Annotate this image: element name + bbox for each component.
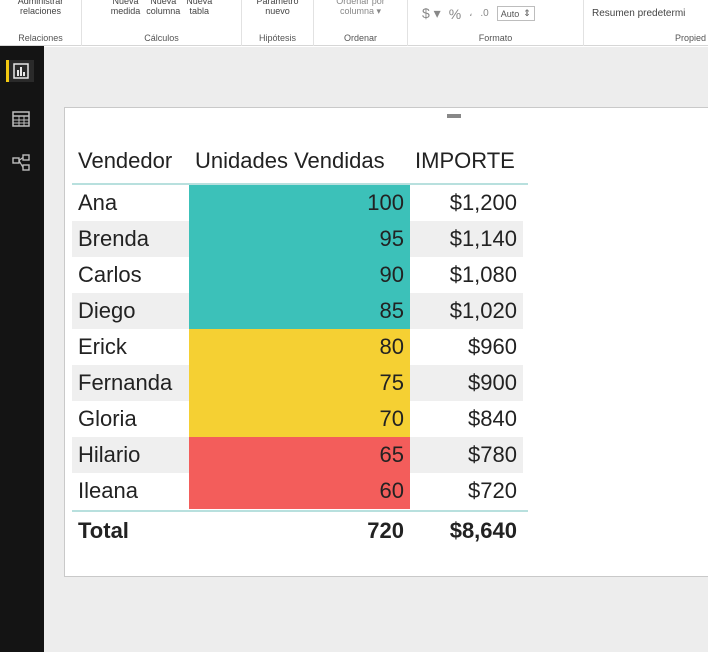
ribbon-group-ordenar: Ordenar por columna ▾ Ordenar xyxy=(314,0,408,46)
new-measure-button[interactable]: Nueva medida xyxy=(111,0,141,28)
cell-importe: $780 xyxy=(410,437,523,473)
ribbon-group-label: Formato xyxy=(478,33,513,43)
table-row[interactable]: Diego 85 $1,020 xyxy=(72,293,528,329)
ribbon-group-label: Cálculos xyxy=(144,33,179,43)
table-row[interactable]: Carlos 90 $1,080 xyxy=(72,257,528,293)
sort-by-column-button[interactable]: Ordenar por columna ▾ xyxy=(336,0,385,28)
stepper-arrows-icon[interactable]: ⇕ xyxy=(523,8,531,19)
total-unidades: 720 xyxy=(367,518,404,543)
cell-unidades: 75 xyxy=(189,365,410,401)
cell-unidades: 70 xyxy=(189,401,410,437)
table-header: Vendedor Unidades Vendidas IMPORTE xyxy=(72,139,528,185)
cell-vendedor: Hilario xyxy=(72,437,189,473)
cell-importe: $1,140 xyxy=(410,221,523,257)
table-row[interactable]: Brenda 95 $1,140 xyxy=(72,221,528,257)
view-navigation xyxy=(0,46,44,652)
comma-style-button[interactable]: ، xyxy=(469,8,472,19)
total-importe: $8,640 xyxy=(449,518,517,543)
report-view-icon[interactable] xyxy=(6,60,34,82)
ribbon: Administrar relaciones Relaciones Nueva … xyxy=(0,0,708,46)
table-row[interactable]: Fernanda 75 $900 xyxy=(72,365,528,401)
decimals-button[interactable]: .0 xyxy=(480,8,488,19)
table-row[interactable]: Gloria 70 $840 xyxy=(72,401,528,437)
cell-unidades: 80 xyxy=(189,329,410,365)
cell-importe: $840 xyxy=(468,406,517,431)
cell-unidades: 90 xyxy=(189,257,410,293)
table-visual[interactable]: Vendedor Unidades Vendidas IMPORTE Ana 10… xyxy=(72,139,528,550)
table-row[interactable]: Erick 80 $960 xyxy=(72,329,528,365)
ribbon-group-label: Propied xyxy=(674,33,706,43)
report-canvas: Vendedor Unidades Vendidas IMPORTE Ana 10… xyxy=(44,47,708,652)
cell-importe: $1,080 xyxy=(449,262,517,287)
ribbon-group-relaciones: Administrar relaciones Relaciones xyxy=(0,0,82,46)
cell-unidades: 95 xyxy=(189,221,410,257)
new-parameter-button[interactable]: Parámetro nuevo xyxy=(256,0,298,28)
column-header-unidades[interactable]: Unidades Vendidas xyxy=(189,148,410,174)
decimal-places-value: Auto xyxy=(500,8,520,19)
cell-importe: $720 xyxy=(468,478,517,503)
cell-unidades: 65 xyxy=(189,437,410,473)
table-row[interactable]: Hilario 65 $780 xyxy=(72,437,528,473)
relationships-view-icon[interactable] xyxy=(10,152,32,174)
manage-relationships-button[interactable]: Administrar relaciones xyxy=(18,0,64,28)
currency-format-button[interactable]: $ ▾ xyxy=(422,5,441,22)
cell-importe: $1,020 xyxy=(410,293,523,329)
data-view-icon[interactable] xyxy=(10,108,32,130)
ribbon-group-label: Hipótesis xyxy=(258,33,296,43)
ribbon-group-hipotesis: Parámetro nuevo Hipótesis xyxy=(242,0,314,46)
column-header-vendedor[interactable]: Vendedor xyxy=(72,148,189,174)
ribbon-group-formato: $ ▾ % ، .0 Auto ⇕ Formato xyxy=(408,0,584,46)
table-row[interactable]: Ana 100 $1,200 xyxy=(72,185,528,221)
cell-importe: $960 xyxy=(468,334,517,359)
percent-format-button[interactable]: % xyxy=(449,6,461,22)
cell-unidades: 100 xyxy=(189,185,410,221)
default-summarization-dropdown[interactable]: Resumen predetermi xyxy=(592,8,685,19)
new-table-button[interactable]: Nueva tabla xyxy=(186,0,212,28)
cell-vendedor: Ileana xyxy=(78,478,138,503)
ribbon-group-propiedades: Resumen predetermi Propied xyxy=(584,0,708,46)
cell-importe: $900 xyxy=(410,365,523,401)
ribbon-group-calculos: Nueva medida Nueva columna Nueva tabla C… xyxy=(82,0,242,46)
cell-vendedor: Carlos xyxy=(78,262,142,287)
ribbon-group-label: Ordenar xyxy=(343,33,378,43)
table-row[interactable]: Ileana 60 $720 xyxy=(72,473,528,509)
table-total-row: Total 720 $8,640 xyxy=(72,510,528,550)
cell-vendedor: Ana xyxy=(78,190,118,215)
report-page: Vendedor Unidades Vendidas IMPORTE Ana 10… xyxy=(64,107,708,577)
cell-unidades: 60 xyxy=(189,473,410,509)
cell-importe: $1,200 xyxy=(449,190,517,215)
cell-vendedor: Gloria xyxy=(78,406,137,431)
cell-vendedor: Brenda xyxy=(72,221,189,257)
ribbon-group-label: Relaciones xyxy=(18,33,63,43)
cell-vendedor: Erick xyxy=(78,334,127,359)
cell-vendedor: Diego xyxy=(72,293,189,329)
visual-drag-handle-icon[interactable] xyxy=(447,114,461,118)
total-label: Total xyxy=(78,518,129,543)
decimal-places-stepper[interactable]: Auto ⇕ xyxy=(496,6,535,21)
new-column-button[interactable]: Nueva columna xyxy=(146,0,180,28)
table-body: Ana 100 $1,200 Brenda 95 $1,140 Carlos 90 $1,080… xyxy=(72,185,528,509)
cell-unidades: 85 xyxy=(189,293,410,329)
cell-vendedor: Fernanda xyxy=(72,365,189,401)
column-header-importe[interactable]: IMPORTE xyxy=(410,148,523,174)
